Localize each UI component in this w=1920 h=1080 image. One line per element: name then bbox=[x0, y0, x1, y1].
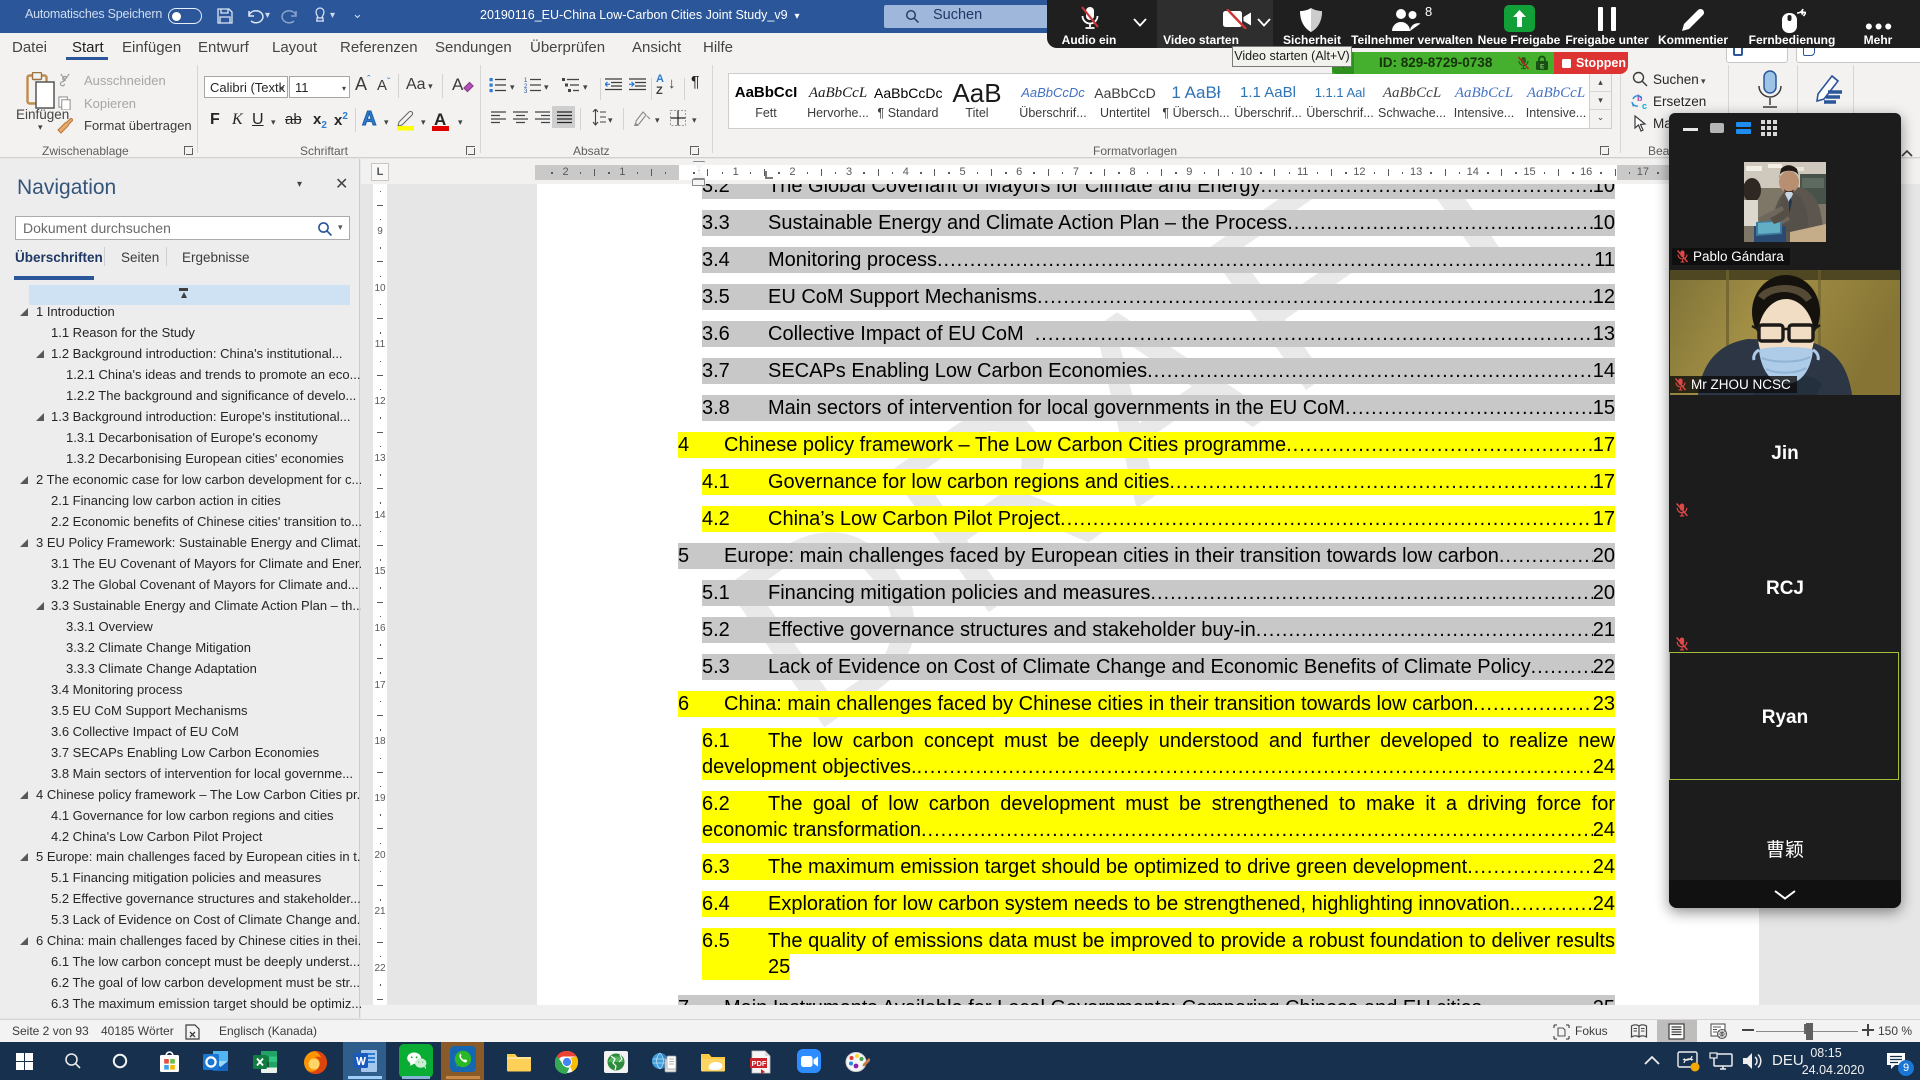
svg-text:3: 3 bbox=[524, 89, 528, 93]
svg-text:E: E bbox=[1540, 64, 1545, 71]
svg-text:c: c bbox=[1642, 101, 1647, 111]
svg-text:PDF: PDF bbox=[752, 1059, 767, 1068]
